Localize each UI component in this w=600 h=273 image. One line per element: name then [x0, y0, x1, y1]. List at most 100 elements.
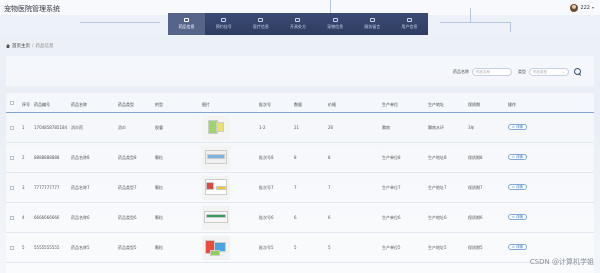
nav-label: 药品信息	[178, 24, 195, 29]
type-placeholder: 药品类型	[533, 70, 547, 74]
cell-name: 药品名称8	[71, 155, 90, 160]
column-header: 序号	[22, 102, 30, 107]
nav-item-2[interactable]: 医疗信息	[242, 13, 279, 35]
type-search-input[interactable]: 药品类型 ⌄	[529, 68, 569, 76]
cell-addr: 腾南水环	[428, 125, 444, 130]
select-all-checkbox[interactable]	[10, 101, 14, 105]
table-row[interactable]: 2 8888888888 药品名称8 药品类型8 颗粒 批次号8 8 8 生产单位8 生产地址8 保…	[6, 143, 594, 173]
cell-maker: 生产单位6	[382, 215, 401, 220]
cell-code: 6666666666	[34, 215, 60, 220]
calendar-icon	[221, 18, 227, 22]
nav-label: 医疗信息	[252, 24, 269, 29]
detail-label: 详情	[515, 184, 523, 189]
name-search-input[interactable]: 药品名称	[472, 68, 512, 76]
cell-addr: 生产地址8	[428, 155, 447, 160]
breadcrumb-separator: /	[32, 43, 34, 49]
column-header: 药品编号	[34, 102, 50, 107]
cell-name: 药品名称5	[71, 245, 90, 250]
cell-addr: 生产地址7	[428, 185, 447, 190]
app-title: 宠物医院管理系统	[4, 5, 60, 13]
cell-price: 26	[328, 125, 334, 130]
cell-addr: 生产地址6	[428, 215, 447, 220]
nav-item-5[interactable]: 服务留言	[354, 13, 391, 35]
cell-qty: 5	[294, 245, 297, 250]
nav-item-1[interactable]: 预约挂号	[205, 13, 242, 35]
cell-batch: 批次号5	[259, 245, 274, 250]
chevron-down-icon[interactable]: ▾	[592, 5, 594, 10]
nav-label: 用户信息	[401, 24, 418, 29]
column-header: 批次号	[259, 102, 271, 107]
view-icon: ⊙	[512, 244, 515, 249]
cell-type: 消炎	[118, 125, 126, 130]
decor-line	[330, 0, 331, 13]
detail-button[interactable]: ⊙ 详情	[508, 184, 527, 190]
cell-qty: 8	[294, 155, 297, 160]
user-icon	[406, 18, 412, 22]
column-header: 数量	[294, 102, 302, 107]
cell-seq: 2	[22, 155, 25, 160]
cell-seq: 4	[22, 215, 25, 220]
column-header: 图片	[202, 102, 210, 107]
avatar[interactable]	[570, 3, 579, 12]
table-row[interactable]: 3 7777777777 药品名称7 药品类型7 颗粒 批次号7 7 7 生产单位7 生产地址7 保…	[6, 173, 594, 203]
detail-button[interactable]: ⊙ 详情	[508, 154, 527, 160]
column-header: 剂型	[155, 102, 163, 107]
drug-image	[202, 116, 230, 140]
detail-label: 详情	[515, 154, 523, 159]
cell-batch: 批次号8	[259, 155, 274, 160]
nav-item-0[interactable]: 药品信息	[168, 13, 206, 35]
cell-type: 药品类型6	[118, 215, 137, 220]
row-checkbox[interactable]	[10, 186, 14, 190]
cell-form: 颗粒	[155, 215, 163, 220]
cell-name: 药品名称6	[71, 215, 90, 220]
breadcrumb: 首页主页 / 药品信息	[6, 43, 54, 49]
table-row[interactable]: 4 6666666666 药品名称6 药品类型6 颗粒 批次号6 6 6 生产单位6 生产地址6 保…	[6, 203, 594, 233]
table-row[interactable]: 1 1704858785184 消炎药 消炎 胶囊 1-2 21 26 腾南 腾南水环 3年 ⊙ 详情	[6, 113, 594, 143]
type-filter-label: 类型	[518, 69, 526, 74]
nav-item-3[interactable]: 开具处方	[279, 13, 316, 35]
column-header: 药品类型	[118, 102, 134, 107]
cell-code: 5555555555	[34, 245, 60, 250]
drug-image	[202, 236, 230, 260]
cell-shelf: 保质期5	[468, 245, 483, 250]
table-header: 序号 药品编号 药品名称 药品类型 剂型 图片 批次号 数量 价格 生产单位 生产地址 保质期 操作	[6, 93, 594, 113]
table-row[interactable]: 5 5555555555 药品名称5 药品类型5 颗粒 批次号5 5 5 生产单位5 生产地址5 保…	[6, 233, 594, 263]
cell-type: 药品类型8	[118, 155, 137, 160]
cell-qty: 21	[294, 125, 300, 130]
column-header: 操作	[508, 102, 516, 107]
user-name[interactable]: 222	[580, 5, 590, 11]
cell-name: 消炎药	[71, 125, 83, 130]
breadcrumb-home[interactable]: 首页主页	[12, 43, 30, 49]
message-icon	[369, 18, 375, 22]
decor-line	[470, 8, 471, 22]
view-icon: ⊙	[512, 124, 515, 129]
nav-label: 服务留言	[364, 24, 381, 29]
cell-maker: 生产单位8	[382, 155, 401, 160]
breadcrumb-current: 药品信息	[35, 44, 54, 49]
row-checkbox[interactable]	[10, 126, 14, 130]
detail-button[interactable]: ⊙ 详情	[508, 124, 527, 130]
decor-line	[80, 22, 160, 23]
detail-label: 详情	[515, 214, 523, 219]
drug-image	[202, 176, 230, 200]
cell-price: 5	[328, 245, 331, 250]
nav-item-6[interactable]: 用户信息	[391, 13, 428, 35]
user-menu[interactable]: 222 ▾	[570, 2, 594, 13]
nav-label: 宠物信息	[327, 24, 344, 29]
search-icon[interactable]	[574, 68, 582, 76]
row-checkbox[interactable]	[10, 216, 14, 220]
cell-seq: 3	[22, 185, 25, 190]
view-icon: ⊙	[512, 154, 515, 159]
column-header: 生产单位	[382, 102, 398, 107]
detail-button[interactable]: ⊙ 详情	[508, 214, 527, 220]
main-nav: 药品信息 预约挂号 医疗信息 开具处方 宠物信息 服务留言 用户信息	[168, 13, 428, 35]
medical-icon	[258, 18, 264, 22]
cell-maker: 生产单位5	[382, 245, 401, 250]
detail-button[interactable]: ⊙ 详情	[508, 244, 527, 250]
nav-item-4[interactable]: 宠物信息	[317, 13, 354, 35]
cell-batch: 批次号6	[259, 215, 274, 220]
watermark: CSDN @计算机学姐	[529, 258, 594, 266]
row-checkbox[interactable]	[10, 246, 14, 250]
column-header: 保质期	[468, 102, 480, 107]
row-checkbox[interactable]	[10, 156, 14, 160]
